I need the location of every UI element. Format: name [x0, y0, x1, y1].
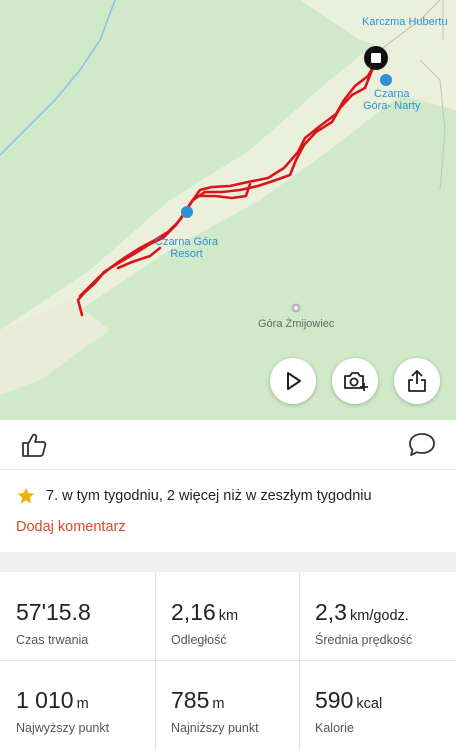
stat-max-elevation: 1 010 m Najwyższy punkt: [0, 660, 152, 746]
stat-unit: m: [212, 696, 225, 712]
star-icon: [17, 487, 35, 504]
map-background: [0, 0, 456, 420]
stat-value: 590 kcal: [315, 687, 382, 714]
stat-avg-speed: 2,3 km/godz. Średnia prędkość: [299, 572, 451, 658]
stat-duration: 57'15.8 Czas trwania: [0, 572, 152, 658]
stat-number: 57'15.8: [16, 599, 91, 625]
stat-unit: kcal: [356, 696, 383, 712]
section-divider: [0, 552, 456, 572]
route-map[interactable]: Karczma Hubertu Czarna Góra- Narty Czarn…: [0, 0, 456, 420]
stat-label: Kalorie: [315, 721, 354, 735]
achievement-row: 7. w tym tygodniu, 2 więcej niż w zeszły…: [16, 486, 372, 506]
comment-bubble-icon: [409, 433, 435, 456]
stat-value: 2,3 km/godz.: [315, 599, 409, 626]
stat-unit: m: [76, 696, 89, 712]
stat-number: 2,3: [315, 599, 347, 625]
share-icon: [408, 370, 426, 392]
like-button[interactable]: [18, 429, 50, 461]
share-button[interactable]: [394, 358, 440, 404]
stat-calories: 590 kcal Kalorie: [299, 660, 451, 746]
thumbs-up-icon: [22, 433, 47, 457]
stat-value: 785 m: [171, 687, 224, 714]
stat-number: 590: [315, 687, 354, 713]
stat-label: Odległość: [171, 633, 227, 647]
poi-label-line: Czarna: [374, 88, 410, 100]
stat-unit: km: [218, 608, 239, 624]
stat-distance: 2,16 km Odległość: [155, 572, 307, 658]
achievement-text: 7. w tym tygodniu, 2 więcej niż w zeszły…: [46, 488, 372, 504]
stat-label: Najniższy punkt: [171, 721, 259, 735]
map-label-karczma: Karczma Hubertu: [362, 16, 448, 28]
achievement-section: 7. w tym tygodniu, 2 więcej niż w zeszły…: [0, 470, 456, 552]
add-comment-link[interactable]: Dodaj komentarz: [16, 519, 126, 535]
stat-label: Średnia prędkość: [315, 633, 413, 647]
poi-label-line: Czarna Góra: [155, 236, 218, 248]
play-icon: [287, 372, 301, 390]
add-photo-button[interactable]: [332, 358, 378, 404]
poi-label-line: Góra- Narty: [363, 100, 421, 112]
map-label-peak: Góra Żmijowiec: [258, 318, 335, 330]
stat-value: 1 010 m: [16, 687, 89, 714]
stats-grid: 57'15.8 Czas trwania 2,16 km Odległość 2,…: [0, 572, 456, 750]
action-bar: [0, 420, 456, 470]
stat-label: Najwyższy punkt: [16, 721, 110, 735]
stat-number: 785: [171, 687, 210, 713]
stat-value: 57'15.8: [16, 599, 94, 626]
camera-add-icon: [344, 372, 368, 391]
stat-value: 2,16 km: [171, 599, 238, 626]
poi-label-line: Resort: [170, 248, 203, 260]
stat-unit: km/godz.: [349, 608, 409, 624]
comment-button[interactable]: [406, 429, 438, 461]
stat-number: 2,16: [171, 599, 216, 625]
stat-min-elevation: 785 m Najniższy punkt: [155, 660, 307, 746]
stat-number: 1 010: [16, 687, 74, 713]
stat-label: Czas trwania: [16, 633, 89, 647]
play-replay-button[interactable]: [270, 358, 316, 404]
map-label-poi-czarna-gora-resort: Czarna Góra Resort: [155, 236, 218, 260]
map-label-poi-czarna-gora-narty: Czarna Góra- Narty: [363, 88, 420, 112]
